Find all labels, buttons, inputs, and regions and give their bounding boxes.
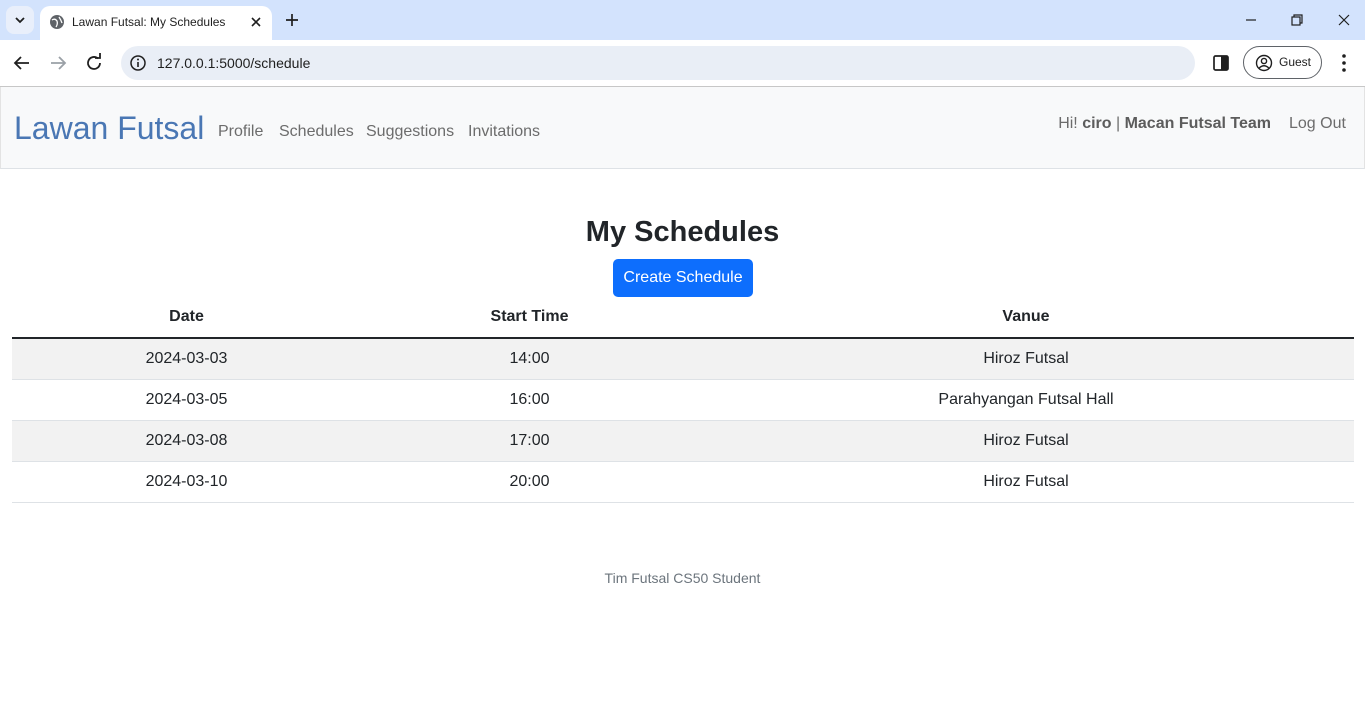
nav-link-suggestions[interactable]: Suggestions [366,123,454,141]
globe-icon [50,15,64,29]
browser-tabstrip: Lawan Futsal: My Schedules [0,0,1365,40]
nav-link-invitations[interactable]: Invitations [468,123,540,141]
cell-start-time: 20:00 [361,461,698,503]
side-panel-icon[interactable] [1210,52,1232,74]
new-tab-icon[interactable] [281,9,303,31]
table-row: 2024-03-10 20:00 Hiroz Futsal [12,461,1354,503]
cell-venue: Parahyangan Futsal Hall [698,379,1354,421]
greeting-prefix: Hi! [1058,115,1083,132]
table-row: 2024-03-08 17:00 Hiroz Futsal [12,420,1354,462]
close-window-icon[interactable] [1334,10,1354,30]
cell-date: 2024-03-03 [12,338,361,380]
address-bar[interactable]: 127.0.0.1:5000/schedule [121,46,1195,80]
reload-icon[interactable] [82,51,106,75]
table-row: 2024-03-03 14:00 Hiroz Futsal [12,338,1354,380]
cell-date: 2024-03-10 [12,461,361,503]
table-row: 2024-03-05 16:00 Parahyangan Futsal Hall [12,379,1354,421]
cell-start-time: 17:00 [361,420,698,462]
tab-title: Lawan Futsal: My Schedules [72,15,226,29]
table-header-row: Date Start Time Vanue [12,297,1354,339]
browser-toolbar: 127.0.0.1:5000/schedule Guest [0,40,1365,87]
footer-text: Tim Futsal CS50 Student [604,570,761,586]
cell-venue: Hiroz Futsal [698,420,1354,462]
tab-search-button[interactable] [6,6,34,34]
cell-date: 2024-03-05 [12,379,361,421]
back-arrow-icon[interactable] [10,51,34,75]
profile-label: Guest [1279,55,1312,69]
cell-start-time: 16:00 [361,379,698,421]
page-title: My Schedules [585,216,780,248]
greeting-separator: | [1111,115,1125,132]
forward-arrow-icon[interactable] [46,51,70,75]
restore-icon[interactable] [1287,10,1307,30]
url-text[interactable]: 127.0.0.1:5000/schedule [157,55,310,71]
minimize-icon[interactable] [1241,10,1261,30]
close-icon[interactable] [248,14,264,30]
column-header-date: Date [12,297,361,339]
profile-button[interactable]: Guest [1243,46,1322,79]
cell-venue: Hiroz Futsal [698,461,1354,503]
create-schedule-button[interactable]: Create Schedule [613,259,753,297]
nav-link-schedules[interactable]: Schedules [279,123,354,141]
username: ciro [1082,115,1112,132]
nav-link-profile[interactable]: Profile [218,123,263,141]
cell-date: 2024-03-08 [12,420,361,462]
logout-link[interactable]: Log Out [1289,115,1346,133]
chevron-down-icon [15,17,25,24]
site-navbar: Lawan Futsal Profile Schedules Suggestio… [0,87,1365,169]
info-icon[interactable] [129,54,147,72]
column-header-venue: Vanue [698,297,1354,339]
team-name: Macan Futsal Team [1124,115,1271,132]
more-vert-icon[interactable] [1334,52,1354,74]
user-greeting: Hi! ciro | Macan Futsal Team [1058,115,1271,133]
cell-venue: Hiroz Futsal [698,338,1354,380]
brand-logo[interactable]: Lawan Futsal [14,110,204,147]
browser-tab-active[interactable]: Lawan Futsal: My Schedules [40,6,272,40]
cell-start-time: 14:00 [361,338,698,380]
schedule-table: Date Start Time Vanue 2024-03-03 14:00 H… [12,297,1354,503]
account-circle-icon [1255,54,1273,72]
column-header-start-time: Start Time [361,297,698,339]
